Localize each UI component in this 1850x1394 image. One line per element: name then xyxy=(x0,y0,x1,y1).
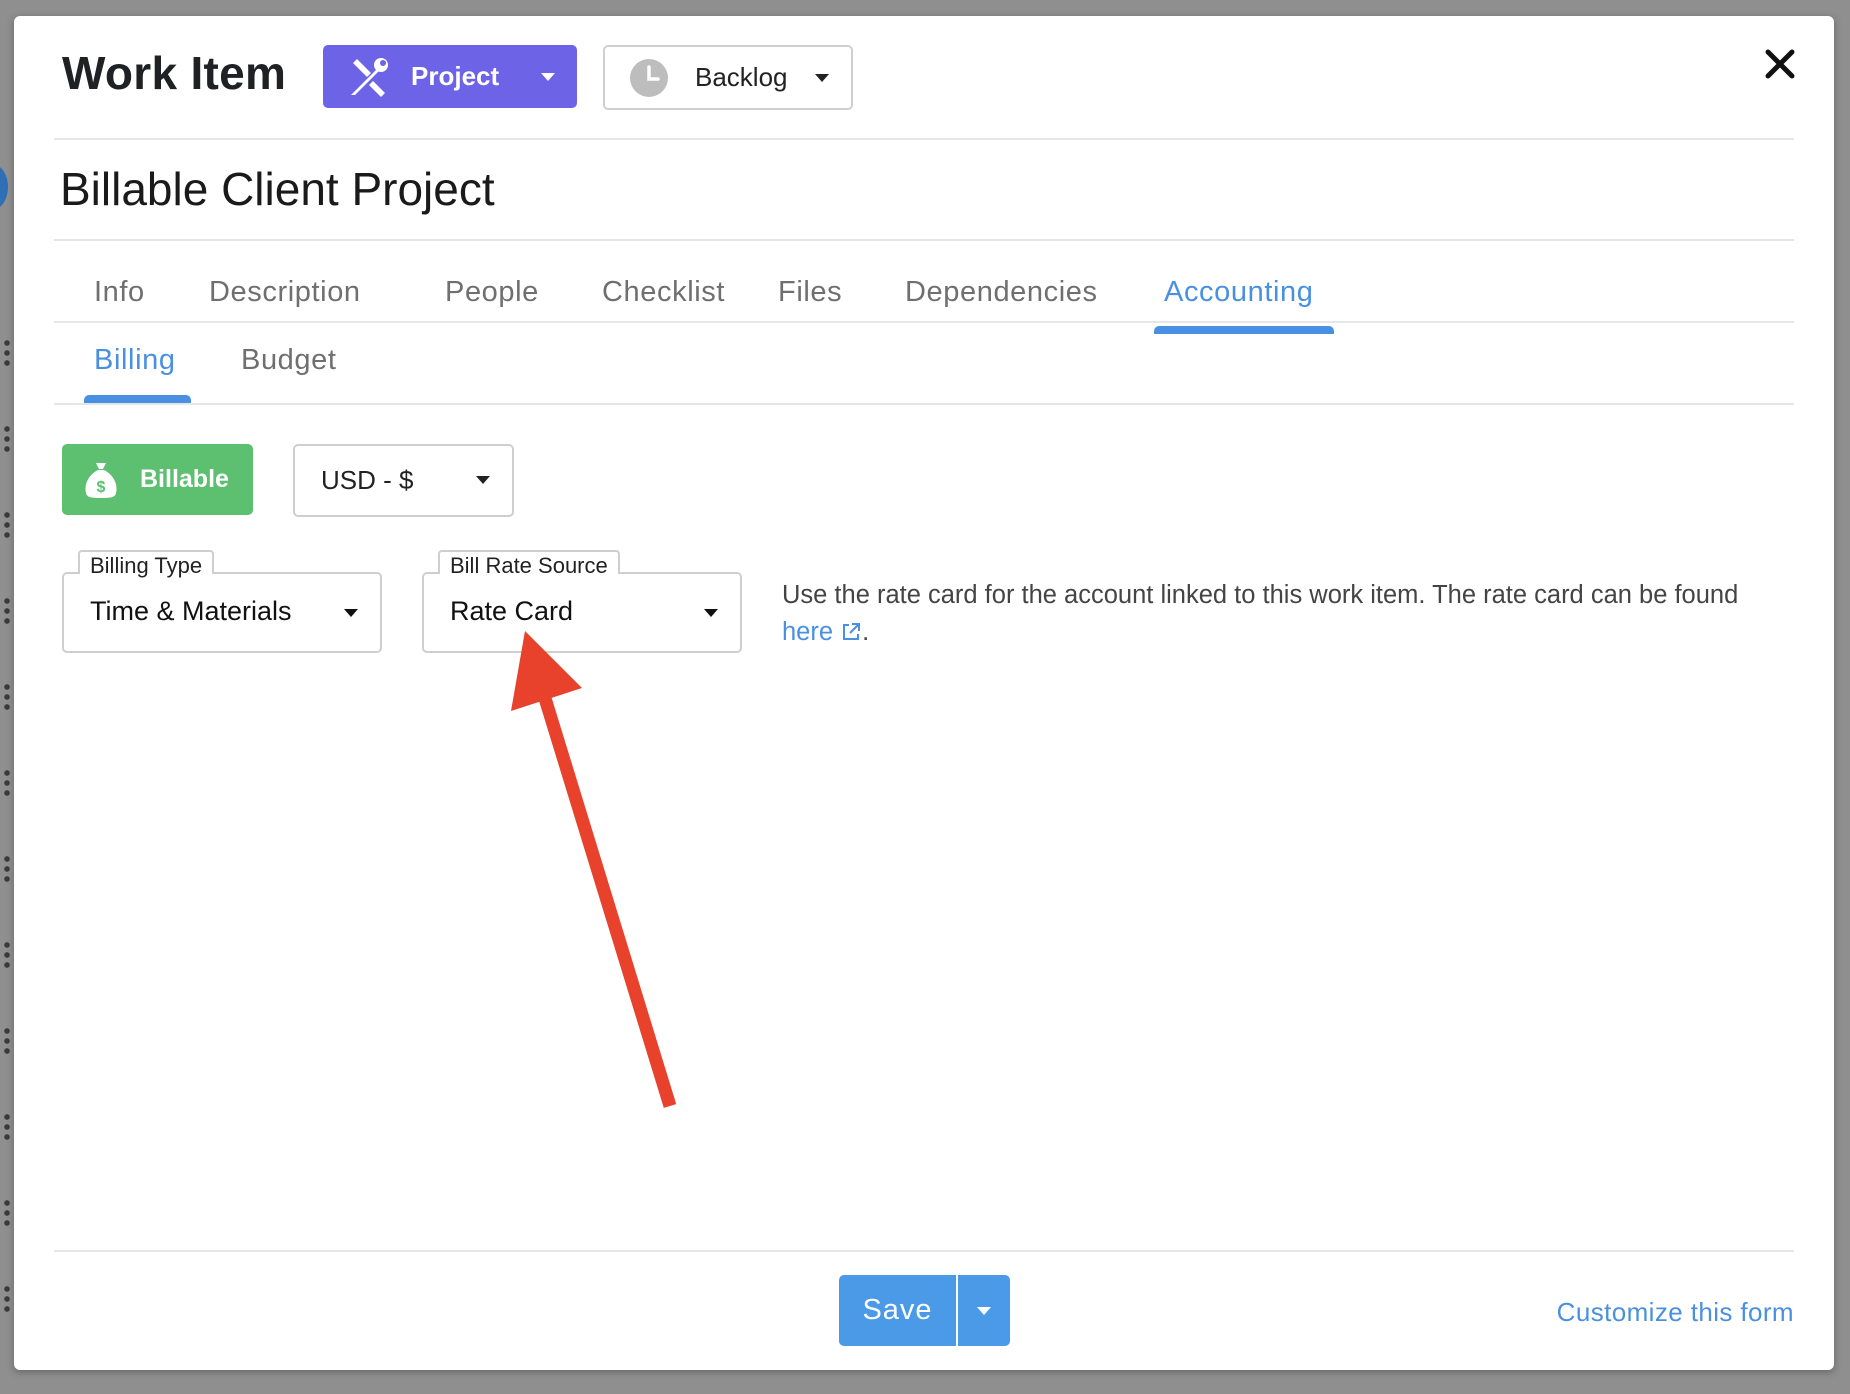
drag-handle-icon xyxy=(4,768,10,798)
divider xyxy=(54,239,1794,241)
drag-handle-icon xyxy=(4,596,10,626)
status-dropdown[interactable]: Backlog xyxy=(603,45,853,110)
tab-checklist[interactable]: Checklist xyxy=(602,276,725,309)
drag-handle-icon xyxy=(4,1198,10,1228)
tab-people[interactable]: People xyxy=(445,276,539,309)
drag-handle-icon xyxy=(4,854,10,884)
divider xyxy=(54,321,1794,323)
chevron-down-icon xyxy=(977,1306,991,1315)
drag-handle-icon xyxy=(4,1284,10,1314)
svg-text:$: $ xyxy=(97,479,106,496)
drag-handle-icon xyxy=(4,338,10,368)
tab-bar: Info Description People Checklist Files … xyxy=(54,252,1794,338)
save-options-dropdown[interactable] xyxy=(956,1275,1010,1346)
divider xyxy=(54,138,1794,140)
drag-handle-icon xyxy=(4,1112,10,1142)
divider xyxy=(54,1250,1794,1252)
chevron-down-icon xyxy=(815,74,829,82)
billing-type-label: Billing Type xyxy=(78,550,215,578)
currency-value: USD - $ xyxy=(321,465,414,495)
subtab-budget[interactable]: Budget xyxy=(241,344,337,377)
rate-card-help-text: Use the rate card for the account linked… xyxy=(782,577,1782,651)
work-item-modal: Work Item Project Backlog Billable Clien… xyxy=(14,16,1834,1370)
drag-handle-icon xyxy=(4,1026,10,1056)
help-suffix: . xyxy=(862,618,870,646)
active-tab-indicator xyxy=(1154,326,1334,334)
drag-handle-icon xyxy=(4,510,10,540)
modal-title: Work Item xyxy=(62,47,287,99)
bill-rate-source-select[interactable]: Bill Rate Source Rate Card xyxy=(422,550,742,653)
tab-accounting[interactable]: Accounting xyxy=(1164,276,1314,309)
status-label: Backlog xyxy=(695,62,788,92)
save-button[interactable]: Save xyxy=(839,1275,956,1346)
tab-dependencies[interactable]: Dependencies xyxy=(905,276,1098,309)
chevron-down-icon xyxy=(541,73,555,81)
chevron-down-icon xyxy=(344,609,358,617)
save-button-group: Save xyxy=(839,1275,1010,1346)
divider xyxy=(54,403,1794,405)
tab-info[interactable]: Info xyxy=(94,276,145,309)
close-icon[interactable] xyxy=(1760,44,1800,84)
billing-type-value: Time & Materials xyxy=(90,596,292,626)
help-text: Use the rate card for the account linked… xyxy=(782,581,1739,609)
billable-toggle-button[interactable]: $ Billable xyxy=(62,444,253,515)
rate-card-link-label: here xyxy=(782,618,834,646)
money-bag-icon: $ xyxy=(85,462,117,498)
tab-files[interactable]: Files xyxy=(778,276,842,309)
rate-card-link[interactable]: here xyxy=(782,618,862,646)
chevron-down-icon xyxy=(704,609,718,617)
customize-form-link[interactable]: Customize this form xyxy=(1557,1297,1794,1328)
work-item-name[interactable]: Billable Client Project xyxy=(60,162,495,216)
billable-label: Billable xyxy=(140,465,229,493)
tools-icon xyxy=(347,55,391,99)
drag-handle-icon xyxy=(4,424,10,454)
external-link-icon xyxy=(843,623,861,640)
chevron-down-icon xyxy=(476,476,490,484)
background-avatar xyxy=(0,165,8,209)
currency-dropdown[interactable]: USD - $ xyxy=(293,444,514,517)
drag-handle-icon xyxy=(4,682,10,712)
subtab-billing[interactable]: Billing xyxy=(94,344,176,377)
bill-rate-source-value: Rate Card xyxy=(450,596,574,626)
clock-icon xyxy=(630,58,668,97)
active-subtab-indicator xyxy=(84,395,191,403)
drag-handle-icon xyxy=(4,940,10,970)
work-item-type-dropdown[interactable]: Project xyxy=(323,45,577,108)
bill-rate-source-label: Bill Rate Source xyxy=(438,550,620,578)
tab-description[interactable]: Description xyxy=(209,276,361,309)
billing-type-select[interactable]: Billing Type Time & Materials xyxy=(62,550,382,653)
work-item-type-label: Project xyxy=(411,61,500,91)
